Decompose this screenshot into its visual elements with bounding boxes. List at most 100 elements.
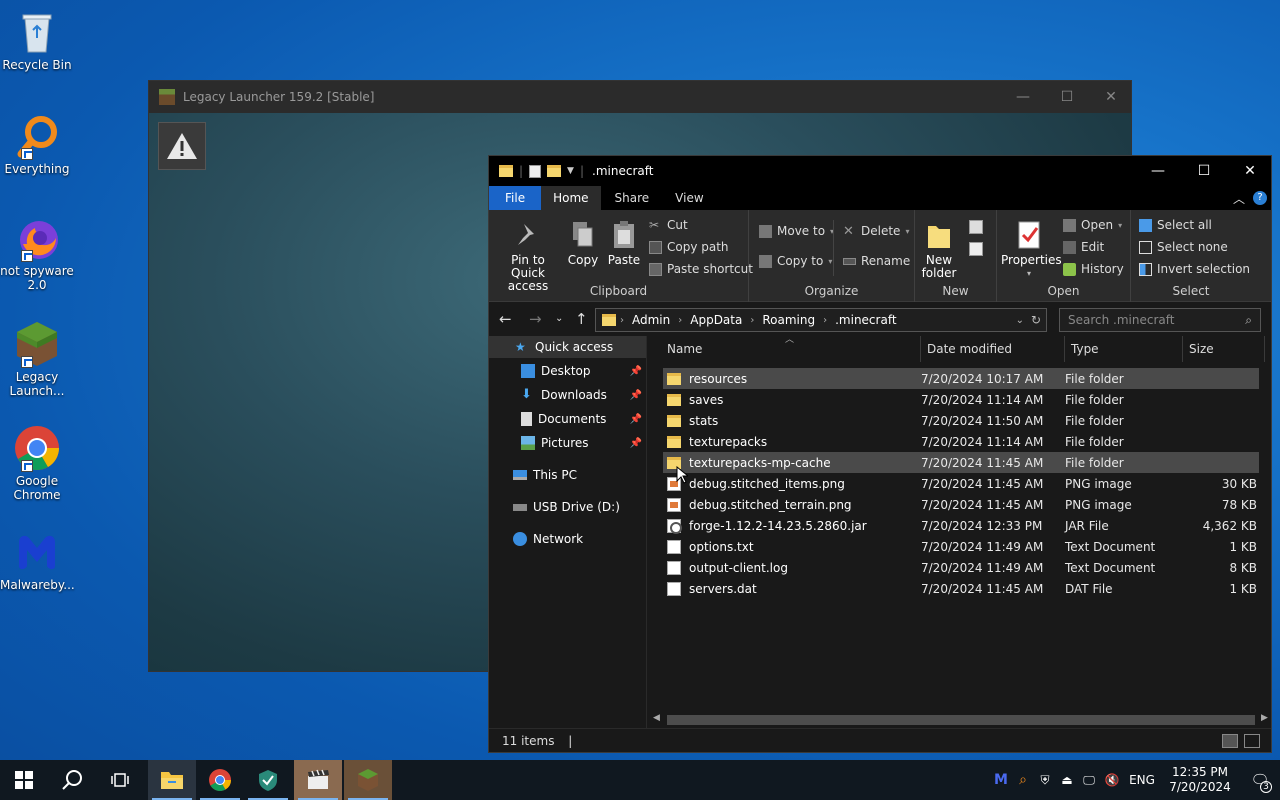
select-all-button[interactable]: Select all	[1139, 218, 1212, 232]
desktop-icon-legacy-launcher[interactable]: Legacy Launch...	[0, 320, 74, 398]
column-header-size[interactable]: Size	[1183, 336, 1265, 362]
defender-tray-icon[interactable]: ⛨	[1034, 773, 1056, 788]
recent-locations-chevron-icon[interactable]: ⌄	[555, 302, 563, 336]
easy-access-icon[interactable]	[969, 242, 983, 256]
horizontal-scrollbar[interactable]: ◀ ▶	[649, 713, 1269, 727]
usb-eject-tray-icon[interactable]: ⏏	[1056, 773, 1078, 787]
taskbar-chrome[interactable]	[196, 760, 244, 800]
history-button[interactable]: History	[1063, 262, 1124, 276]
language-indicator[interactable]: ENG	[1124, 773, 1160, 787]
taskbar-file-explorer[interactable]	[148, 760, 196, 800]
explorer-minimize-button[interactable]: —	[1135, 156, 1181, 186]
search-button[interactable]	[48, 760, 96, 800]
new-folder-button[interactable]: New folder	[919, 220, 959, 280]
desktop-icon-not-spyware[interactable]: not spyware 2.0	[0, 214, 74, 292]
launcher-close-button[interactable]: ✕	[1089, 81, 1133, 113]
table-row[interactable]: output-client.log 7/20/2024 11:49 AM Text …	[663, 557, 1259, 578]
volume-muted-icon[interactable]: 🔇	[1100, 773, 1124, 787]
desktop-icon-malwarebytes[interactable]: Malwareby...	[0, 528, 75, 592]
large-icons-view-icon[interactable]	[1244, 734, 1260, 748]
scroll-left-icon[interactable]: ◀	[653, 713, 660, 723]
notifications-button[interactable]: 🗨 3	[1240, 771, 1280, 793]
file-explorer-window[interactable]: | ▼ | .minecraft — ☐ ✕ File Home Share V…	[488, 155, 1272, 753]
open-button[interactable]: Open ▾	[1063, 218, 1122, 232]
edit-button[interactable]: Edit	[1063, 240, 1104, 254]
table-row[interactable]: debug.stitched_terrain.png 7/20/2024 11:4…	[663, 494, 1259, 515]
table-row[interactable]: saves 7/20/2024 11:14 AM File folder	[663, 389, 1259, 410]
table-row[interactable]: forge-1.12.2-14.23.5.2860.jar 7/20/2024 1…	[663, 515, 1259, 536]
everything-tray-icon[interactable]: ⌕	[1012, 772, 1034, 788]
task-view-button[interactable]	[96, 760, 144, 800]
table-row[interactable]: resources 7/20/2024 10:17 AM File folder	[663, 368, 1259, 389]
address-bar[interactable]: › Admin › AppData › Roaming › .minecraft…	[595, 308, 1047, 332]
nav-item-desktop[interactable]: Desktop 📌	[489, 360, 646, 382]
nav-item-quick-access[interactable]: ★ Quick access	[489, 336, 646, 358]
up-arrow-icon[interactable]: ↑	[575, 302, 588, 336]
select-none-button[interactable]: Select none	[1139, 240, 1228, 254]
explorer-maximize-button[interactable]: ☐	[1181, 156, 1227, 186]
new-folder-qat-icon[interactable]	[547, 165, 562, 177]
copy-to-button[interactable]: Copy to ▾	[759, 254, 832, 268]
taskbar-video-app[interactable]	[294, 760, 342, 800]
clock[interactable]: 12:35 PM 7/20/2024	[1160, 765, 1240, 795]
tab-file[interactable]: File	[489, 186, 542, 210]
launcher-titlebar[interactable]: Legacy Launcher 159.2 [Stable] — ☐ ✕	[149, 81, 1131, 113]
refresh-icon[interactable]: ↻	[1031, 313, 1041, 327]
details-view-icon[interactable]	[1222, 734, 1238, 748]
qat-dropdown-icon[interactable]: ▼	[567, 166, 574, 176]
taskbar-app-shield[interactable]	[244, 760, 292, 800]
back-arrow-icon[interactable]: ←	[499, 302, 512, 336]
paste-shortcut-button[interactable]: Paste shortcut	[649, 262, 753, 276]
properties-button[interactable]: Properties ▾	[1001, 220, 1062, 280]
cut-button[interactable]: ✂ Cut	[649, 218, 688, 232]
breadcrumb-roaming[interactable]: Roaming	[762, 313, 815, 327]
rename-button[interactable]: Rename	[843, 254, 910, 268]
launcher-minimize-button[interactable]: —	[1001, 81, 1045, 113]
launcher-warning-button[interactable]	[158, 122, 206, 170]
launcher-maximize-button[interactable]: ☐	[1045, 81, 1089, 113]
start-button[interactable]	[0, 760, 48, 800]
nav-item-pictures[interactable]: Pictures 📌	[489, 432, 646, 454]
tab-share[interactable]: Share	[601, 186, 664, 210]
nav-item-network[interactable]: Network	[489, 528, 646, 550]
properties-qat-icon[interactable]	[529, 164, 542, 178]
nav-item-this-pc[interactable]: This PC	[489, 464, 646, 486]
desktop-icon-google-chrome[interactable]: Google Chrome	[0, 424, 74, 502]
table-row[interactable]: texturepacks 7/20/2024 11:14 AM File folde…	[663, 431, 1259, 452]
search-input[interactable]: Search .minecraft ⌕	[1059, 308, 1261, 332]
pin-to-quick-access-button[interactable]: Pin to Quick access	[495, 220, 561, 293]
taskbar-legacy-launcher[interactable]	[344, 760, 392, 800]
malwarebytes-tray-icon[interactable]: M	[990, 772, 1012, 788]
column-header-type[interactable]: Type	[1065, 336, 1183, 362]
scroll-right-icon[interactable]: ▶	[1261, 713, 1268, 723]
breadcrumb-admin[interactable]: Admin	[632, 313, 670, 327]
explorer-close-button[interactable]: ✕	[1227, 156, 1273, 186]
paste-button[interactable]: Paste	[607, 220, 641, 267]
help-icon[interactable]: ?	[1253, 191, 1267, 205]
scrollbar-thumb[interactable]	[667, 715, 1255, 725]
forward-arrow-icon[interactable]: →	[529, 302, 542, 336]
address-dropdown-icon[interactable]: ⌄	[1016, 315, 1024, 326]
invert-selection-button[interactable]: Invert selection	[1139, 262, 1250, 276]
nav-item-usb-drive[interactable]: USB Drive (D:)	[489, 496, 646, 518]
table-row[interactable]: stats 7/20/2024 11:50 AM File folder	[663, 410, 1259, 431]
move-to-button[interactable]: Move to▾	[759, 224, 834, 238]
table-row[interactable]: debug.stitched_items.png 7/20/2024 11:45 …	[663, 473, 1259, 494]
table-row[interactable]: servers.dat 7/20/2024 11:45 AM DAT File 1 K…	[663, 578, 1259, 599]
tab-view[interactable]: View	[663, 186, 715, 210]
desktop-icon-recycle-bin[interactable]: Recycle Bin	[0, 8, 74, 72]
breadcrumb-appdata[interactable]: AppData	[690, 313, 742, 327]
breadcrumb-minecraft[interactable]: .minecraft	[835, 313, 896, 327]
network-tray-icon[interactable]: 🖵	[1078, 773, 1100, 788]
explorer-titlebar[interactable]: | ▼ | .minecraft — ☐ ✕	[489, 156, 1271, 186]
nav-item-downloads[interactable]: ⬇ Downloads 📌	[489, 384, 646, 406]
nav-item-documents[interactable]: Documents 📌	[489, 408, 646, 430]
table-row[interactable]: texturepacks-mp-cache 7/20/2024 11:45 AM F…	[663, 452, 1259, 473]
column-header-date-modified[interactable]: Date modified	[921, 336, 1065, 362]
new-item-icon[interactable]	[969, 220, 983, 234]
copy-path-button[interactable]: Copy path	[649, 240, 729, 254]
tab-home[interactable]: Home	[541, 186, 601, 210]
column-header-name[interactable]: Name	[661, 336, 921, 362]
table-row[interactable]: options.txt 7/20/2024 11:49 AM Text Docume…	[663, 536, 1259, 557]
copy-button[interactable]: Copy	[567, 220, 599, 267]
